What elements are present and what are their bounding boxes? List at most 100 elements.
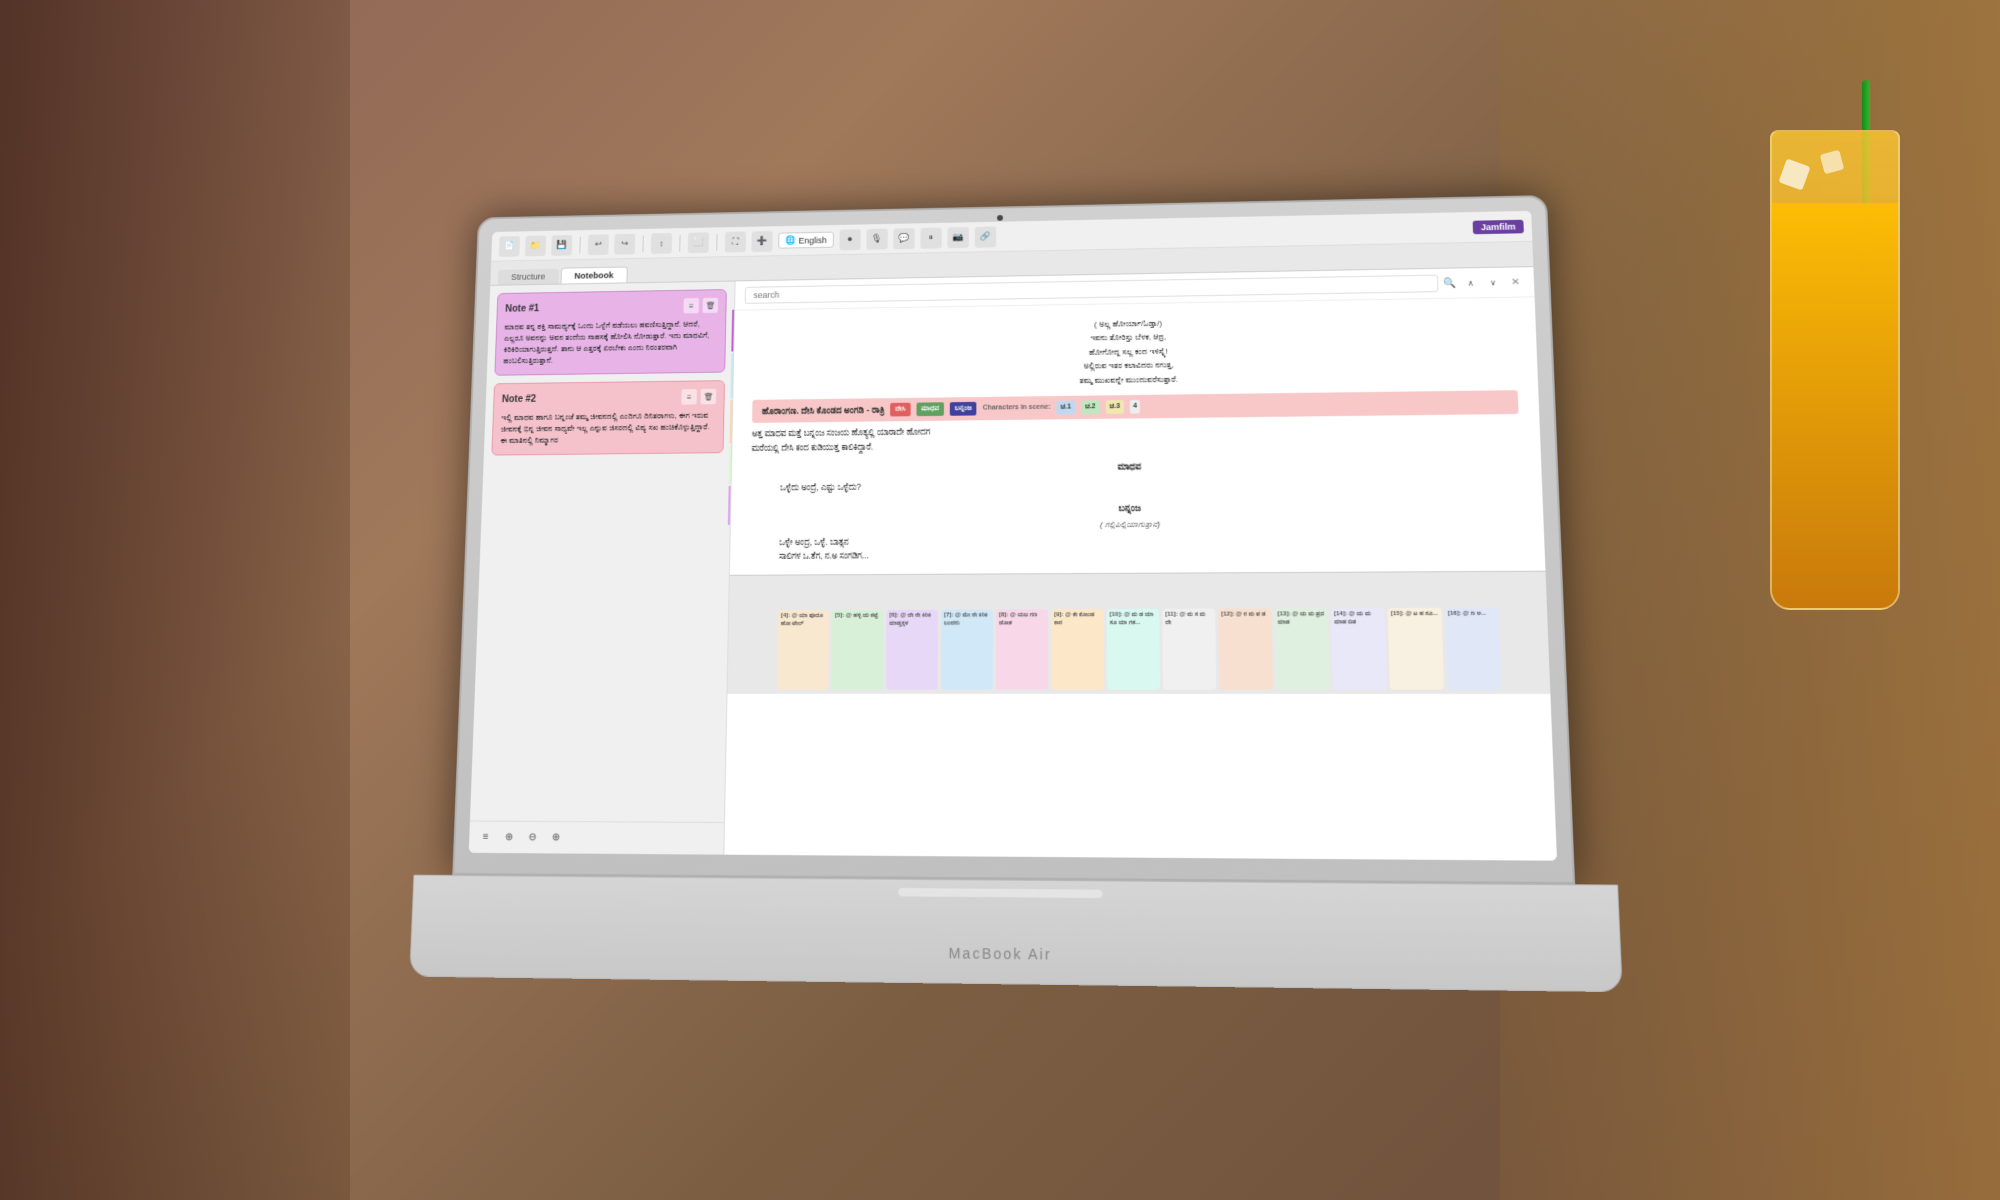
note-1-menu-btn[interactable]: ≡ (683, 298, 699, 313)
language-label: English (799, 235, 827, 245)
toolbar-separator-4 (716, 233, 717, 250)
scene-card-9[interactable]: [9]: @ ಕೇ ಕೋಂಡ ಕಾರ (1051, 609, 1104, 690)
scene-card-13-label: [13]: @ ಯ ಮ ಪ್ರದ ಮಾಡ (1277, 612, 1325, 628)
globe-icon: 🌐 (785, 235, 796, 246)
script-content: ( ಅಲ್ಲ ಹೋರ್ಯಾ/ಓಡ್ತಾ/) ಇವನು ತೋರಿಸ್ತು ಬೆಳಕ… (730, 297, 1546, 575)
char-count: 4 (1130, 400, 1140, 414)
screen-bezel: 📄 📁 💾 ↩ ↪ ↕ ⬜ ⛶ ➕ 🌐 English (452, 195, 1575, 884)
scene-card-8-label: [8]: @ ಯಜ ಗಣ ಜೋತ (999, 612, 1045, 628)
tab-structure[interactable]: Structure (498, 269, 559, 285)
toolbar-separator-2 (642, 235, 643, 252)
camera-icon[interactable]: 📷 (947, 227, 968, 248)
left-panel: Story ಹೊರಾಂ ಮಾರ್ಗ ಒಳಗಿ ಸಂಘ Note #1 (469, 281, 736, 854)
brand-badge: Jamfilm (1473, 219, 1524, 234)
scene-tag-bannanje: ಬನ್ನಂಜ (950, 402, 977, 416)
dialogue-bannanje: ಒಳ್ಳೇ ಅಂದ್ರ, ಒಳ್ಳೆ. ಬಾತ್ಸನ ಸಾಲಿಗಳ ಒ.ತೆಗ,… (749, 529, 1524, 565)
fullscreen-icon[interactable]: ⛶ (725, 231, 746, 252)
note-1-title: Note #1 (505, 303, 539, 314)
note-card-2: Note #2 ≡ 🗑 ಇಲ್ಲಿ ಮಾಧವ ಹಾಗೂ ಬನ್ನಂಜೆ ತಮ್ಮ… (491, 380, 725, 455)
add-icon[interactable]: ➕ (751, 231, 772, 252)
language-selector[interactable]: 🌐 English (778, 232, 833, 249)
scene-card-16[interactable]: [16]: @ ಣ ಅ... (1445, 608, 1502, 690)
menu-btn[interactable]: ≡ (477, 828, 495, 846)
scene-card-13[interactable]: [13]: @ ಯ ಮ ಪ್ರದ ಮಾಡ (1274, 608, 1329, 690)
zoom-out-btn[interactable]: ⊖ (524, 828, 542, 846)
camera-dot (997, 215, 1003, 221)
char-tag-3: ಚ.3 (1105, 400, 1124, 414)
laptop-base: MacBook Air (409, 875, 1623, 993)
scene-card-4-label: [4]: @ ಯಾ ಪೂದೂ ಹೋ ಟೇಲ್ (781, 613, 826, 629)
liquid (1772, 203, 1898, 608)
scene-card-7[interactable]: [7]: @ ಮೇ ನೇ ಕಿರಿಕಿ ಬಂದರು (941, 610, 993, 690)
search-input[interactable] (745, 275, 1438, 304)
toolbar-separator-3 (679, 234, 680, 251)
chat-icon[interactable]: 💬 (893, 228, 914, 249)
tab-notebook[interactable]: Notebook (560, 267, 628, 284)
scene-card-5-label: [5]: @ ಹಳ್ಳಿ ಯ ಕಟ್ಟೆ (835, 613, 881, 621)
move-icon[interactable]: ↕ (651, 233, 672, 254)
app-screen: 📄 📁 💾 ↩ ↪ ↕ ⬜ ⛶ ➕ 🌐 English (469, 211, 1557, 861)
scene-card-10[interactable]: [10]: @ ಮ ಡ ಯಾ ಸೂ ಯಾ ಗತ... (1107, 609, 1161, 690)
scene-card-8[interactable]: [8]: @ ಯಜ ಗಣ ಜೋತ (996, 609, 1048, 690)
note-2-actions: ≡ 🗑 (681, 389, 716, 405)
scene-card-6[interactable]: [6]: @ ದೇ ನೇ ಕಿರಿಕಿ ಮಾಡ್ತಸ್ಗಳ (886, 610, 938, 690)
scene-card-16-label: [16]: @ ಣ ಅ... (1448, 611, 1496, 619)
save-icon[interactable]: 💾 (551, 235, 572, 256)
bg-blur-left (0, 0, 350, 1200)
note-1-actions: ≡ 🗑 (683, 298, 718, 314)
zoom-in-btn[interactable]: ⊕ (500, 828, 518, 846)
scene-card-9-label: [9]: @ ಕೇ ಕೋಂಡ ಕಾರ (1054, 612, 1100, 628)
folder-icon[interactable]: 📁 (525, 235, 546, 256)
view-icon[interactable]: ⬜ (688, 232, 709, 253)
scene-card-7-label: [7]: @ ಮೇ ನೇ ಕಿರಿಕಿ ಬಂದರು (944, 613, 990, 629)
toolbar-separator-1 (579, 236, 580, 253)
link-icon[interactable]: 🔗 (974, 226, 995, 247)
ice-cube-2 (1820, 150, 1844, 174)
record-icon[interactable]: ⏺ (839, 229, 860, 250)
notes-area: Note #1 ≡ 🗑 ಮಾಧವ ತನ್ನ ಶಕ್ತಿ ಸಾಮರ್ಥ್ಯಕ್ಕೆ… (470, 281, 735, 822)
scene-card-14[interactable]: [14]: @ ಯ ಮ ಮಾಡ ಬಿಡ (1331, 608, 1387, 690)
note-1-delete-btn[interactable]: 🗑 (703, 298, 719, 313)
macbook-label: MacBook Air (949, 945, 1052, 963)
glass (1770, 130, 1900, 610)
scene-card-12-label: [12]: @ ರ ಮ ಪ ಡ (1221, 612, 1268, 620)
search-close-btn[interactable]: ✕ (1507, 274, 1524, 290)
redo-icon[interactable]: ↪ (614, 233, 635, 254)
pause-icon[interactable]: ⏸ (920, 227, 941, 248)
main-content: Story ಹೊರಾಂ ಮಾರ್ಗ ಒಳಗಿ ಸಂಘ Note #1 (469, 267, 1557, 861)
scene-tag-desi: ದೇಸಿ (890, 402, 910, 416)
scene-strip: [4]: @ ಯಾ ಪೂದೂ ಹೋ ಟೇಲ್ [5]: @ ಹಳ್ಳಿ ಯ ಕಟ… (727, 571, 1550, 694)
add-note-btn[interactable]: ⊕ (547, 829, 565, 847)
undo-icon[interactable]: ↩ (588, 234, 609, 255)
file-icon[interactable]: 📄 (499, 236, 520, 257)
note-2-menu-btn[interactable]: ≡ (681, 389, 697, 404)
scene-card-5[interactable]: [5]: @ ಹಳ್ಳಿ ಯ ಕಟ್ಟೆ (831, 610, 883, 690)
toolbar-spacer (1002, 227, 1467, 236)
char-tag-2: ಚ.2 (1081, 400, 1100, 414)
note-1-body: ಮಾಧವ ತನ್ನ ಶಕ್ತಿ ಸಾಮರ್ಥ್ಯಕ್ಕೆ ಒಂದು ಒಳ್ಳೆಗ… (503, 319, 718, 368)
scene-heading: ಹೊರಾಂಗಣ. ದೇಸಿ ಕೊಂಡದ ಅಂಗಡಿ - ರಾತ್ರಿ ದೇಸಿ … (752, 390, 1519, 423)
note-2-delete-btn[interactable]: 🗑 (700, 389, 716, 405)
scene-card-11[interactable]: [11]: @ ಮ ಸ ಮ ದೇ (1162, 609, 1216, 690)
scene-card-14-label: [14]: @ ಯ ಮ ಮಾಡ ಬಿಡ (1334, 611, 1382, 627)
right-panel[interactable]: 🔍 ∧ ∨ ✕ ( ಅಲ್ಲ ಹೋರ್ಯಾ/ಓಡ್ತಾ/) ಇವನು ತೋರಿಸ… (724, 267, 1557, 861)
search-prev-btn[interactable]: ∧ (1462, 275, 1479, 291)
search-next-btn[interactable]: ∨ (1485, 274, 1502, 290)
mic-icon[interactable]: 🎙 (866, 228, 887, 249)
note-2-body: ಇಲ್ಲಿ ಮಾಧವ ಹಾಗೂ ಬನ್ನಂಜೆ ತಮ್ಮ ಜೀವನದಲ್ಲಿ ಎ… (500, 410, 716, 447)
search-icon: 🔍 (1444, 278, 1457, 289)
char-tag-1: ಚ.1 (1057, 400, 1076, 414)
note-2-title: Note #2 (502, 394, 536, 405)
scene-tag-madhava: ಮಾಧವ (916, 402, 944, 416)
scene-card-11-label: [11]: @ ಮ ಸ ಮ ದೇ (1165, 612, 1212, 628)
scene-card-4[interactable]: [4]: @ ಯಾ ಪೂದೂ ಹೋ ಟೇಲ್ (777, 610, 829, 690)
note-card-1: Note #1 ≡ 🗑 ಮಾಧವ ತನ್ನ ಶಕ್ತಿ ಸಾಮರ್ಥ್ಯಕ್ಕೆ… (494, 289, 727, 376)
ice-cube-1 (1778, 158, 1810, 190)
scene-card-12[interactable]: [12]: @ ರ ಮ ಪ ಡ (1218, 609, 1273, 690)
drink-decoration (1660, 80, 1940, 780)
left-toolbar: ≡ ⊕ ⊖ ⊕ (469, 821, 724, 855)
scene-card-6-label: [6]: @ ದೇ ನೇ ಕಿರಿಕಿ ಮಾಡ್ತಸ್ಗಳ (889, 613, 935, 629)
app-ui: 📄 📁 💾 ↩ ↪ ↕ ⬜ ⛶ ➕ 🌐 English (469, 211, 1557, 861)
scene-card-15[interactable]: [15]: @ ಟ ಹ ಸೂ... (1388, 608, 1445, 690)
script-top-parenthetical: ( ಅಲ್ಲ ಹೋರ್ಯಾ/ಓಡ್ತಾ/) ಇವನು ತೋರಿಸ್ತು ಬೆಳಕ… (753, 311, 1518, 392)
